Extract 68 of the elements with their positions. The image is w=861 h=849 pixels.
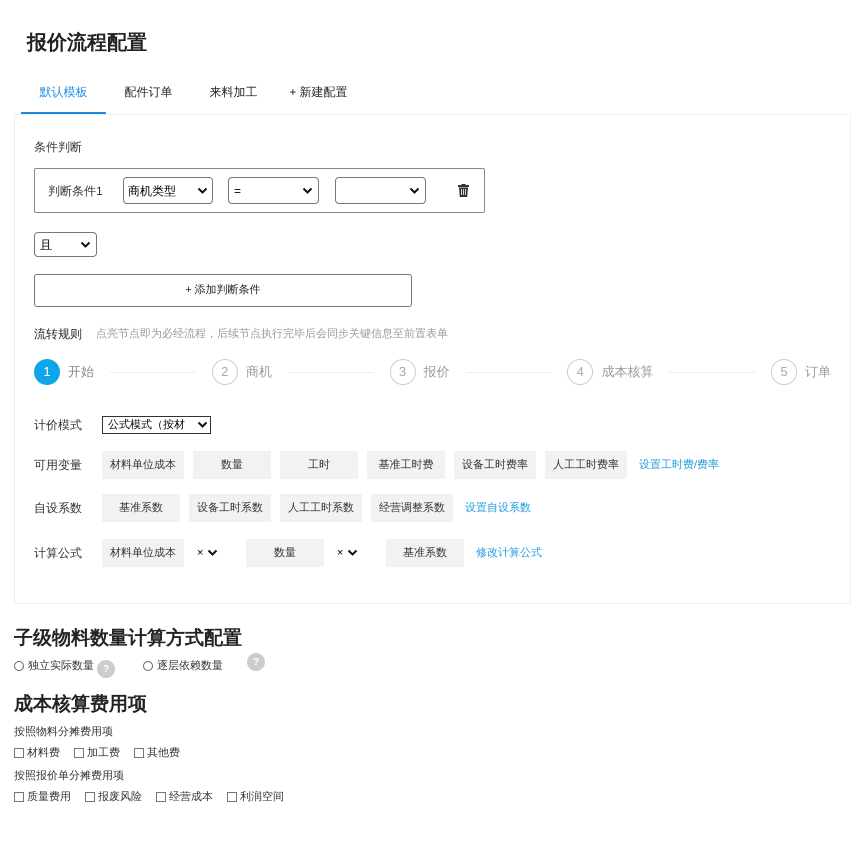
chevron-down-icon [80, 240, 91, 248]
checkbox[interactable] [85, 792, 95, 802]
variable-chip: 设备工时系数 [189, 494, 271, 522]
dropdown[interactable]: = [228, 177, 319, 204]
checkbox[interactable] [74, 748, 84, 758]
dropdown[interactable]: × [333, 543, 377, 563]
field-label: 计算公式 [34, 545, 83, 562]
variable-chip: 设备工时费率 [454, 451, 536, 479]
page-title: 报价流程配置 [26, 30, 148, 56]
variable-chip: 人工工时系数 [280, 494, 362, 522]
checkbox-option[interactable]: 其他费 [134, 744, 180, 762]
field-label: 计价模式 [34, 417, 83, 434]
chevron-down-icon [197, 421, 208, 429]
checkbox-option[interactable]: 利润空间 [227, 788, 284, 806]
step-label: 订单 [805, 363, 831, 382]
field-label: 自设系数 [34, 500, 83, 517]
variable-chip: 材料单位成本 [102, 451, 184, 479]
chevron-down-icon [302, 186, 313, 194]
checkbox[interactable] [14, 748, 24, 758]
group-label: 按照报价单分摊费用项 [14, 769, 125, 784]
dropdown[interactable]: 公式模式（按材 [102, 416, 211, 434]
variable-chip: 数量 [246, 539, 324, 567]
dropdown[interactable]: 且 [34, 232, 97, 257]
chevron-down-icon [207, 549, 218, 557]
checkbox-option[interactable]: 经营成本 [156, 788, 213, 806]
variable-chip: 经营调整系数 [371, 494, 453, 522]
checkbox[interactable] [134, 748, 144, 758]
checkbox[interactable] [156, 792, 166, 802]
variable-chip: 材料单位成本 [102, 539, 184, 567]
group-label: 按照物料分摊费用项 [14, 725, 114, 740]
radio-button[interactable] [14, 661, 24, 671]
tab[interactable]: + 新建配置 [276, 72, 361, 114]
checkbox[interactable] [227, 792, 237, 802]
variable-chip: 工时 [280, 451, 358, 479]
dropdown[interactable]: 商机类型 [123, 177, 213, 204]
add-condition-button[interactable]: + 添加判断条件 [34, 274, 412, 307]
step-label: 报价 [424, 363, 450, 382]
checkbox-option[interactable]: 质量费用 [14, 788, 71, 806]
variable-chip: 人工工时费率 [545, 451, 627, 479]
hint-text: 点亮节点即为必经流程，后续节点执行完毕后会同步关键信息至前置表单 [96, 326, 448, 342]
section-label: 流转规则 [34, 326, 82, 343]
section-heading: 子级物料数量计算方式配置 [14, 626, 243, 651]
section-label: 条件判断 [34, 139, 83, 156]
step-label: 商机 [246, 363, 272, 382]
dropdown[interactable]: × [193, 543, 237, 563]
field-label: 可用变量 [34, 457, 83, 474]
variable-chip: 数量 [193, 451, 271, 479]
variable-chip: 基准系数 [386, 539, 464, 567]
chevron-down-icon [197, 186, 208, 194]
step-label: 开始 [68, 363, 94, 382]
checkbox-option[interactable]: 材料费 [14, 744, 60, 762]
section-heading: 成本核算费用项 [14, 693, 148, 717]
tab[interactable]: 默认模板 [21, 72, 106, 114]
chevron-down-icon [347, 549, 358, 557]
step-label: 成本核算 [601, 363, 654, 382]
tab[interactable]: 来料加工 [191, 72, 276, 114]
variable-chip: 基准系数 [102, 494, 180, 522]
chevron-down-icon [409, 186, 420, 194]
checkbox[interactable] [14, 792, 24, 802]
radio-button[interactable] [143, 661, 153, 671]
checkbox-option[interactable]: 加工费 [74, 744, 120, 762]
radio-option[interactable]: 逐层依赖数量 [143, 658, 223, 674]
dropdown[interactable] [335, 177, 426, 204]
tab[interactable]: 配件订单 [106, 72, 191, 114]
checkbox-option[interactable]: 报废风险 [85, 788, 142, 806]
trash-icon[interactable] [458, 184, 469, 197]
variable-chip: 基准工时费 [367, 451, 445, 479]
condition-label: 判断条件1 [48, 182, 104, 200]
